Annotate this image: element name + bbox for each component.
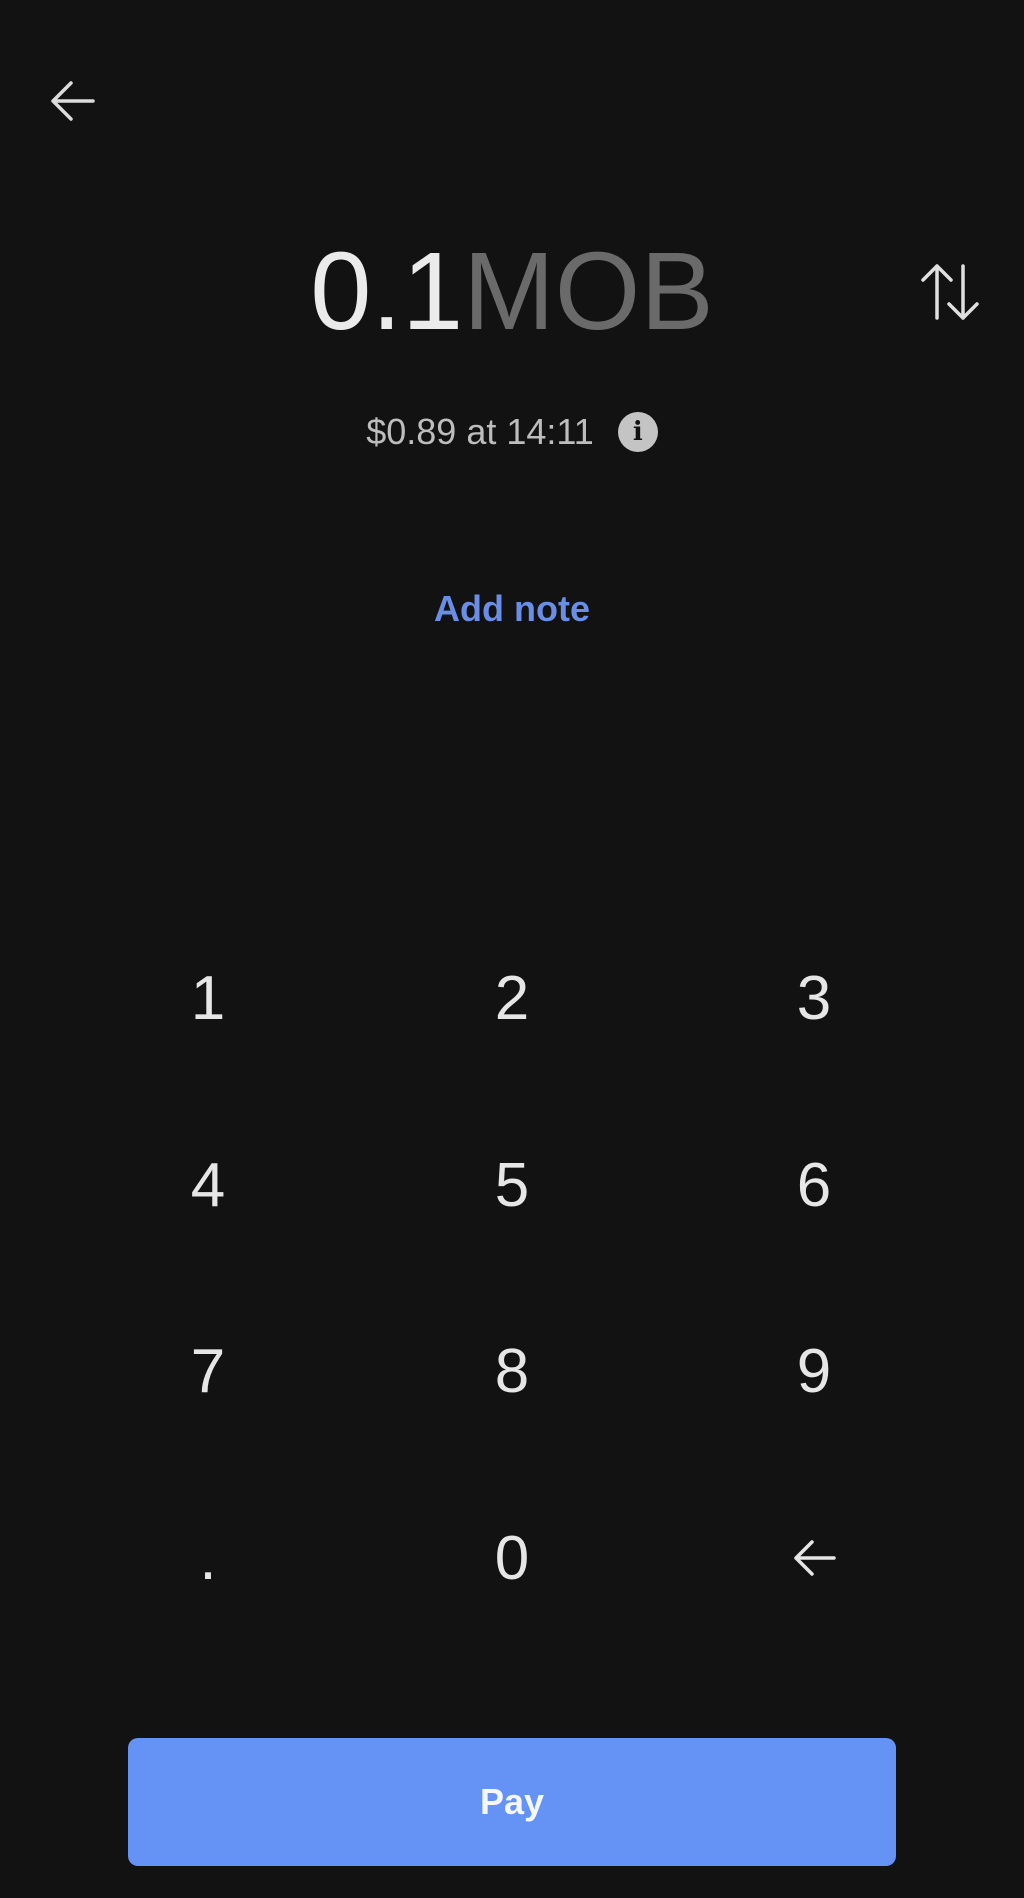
fiat-conversion: $0.89 at 14:11 i xyxy=(0,408,1024,456)
info-icon[interactable]: i xyxy=(617,412,658,452)
key-8[interactable]: 8 xyxy=(422,1301,602,1441)
key-backspace[interactable] xyxy=(724,1488,904,1628)
key-1[interactable]: 1 xyxy=(118,928,298,1068)
arrow-left-icon xyxy=(51,81,95,121)
pay-button[interactable]: Pay xyxy=(128,1738,896,1866)
key-4[interactable]: 4 xyxy=(118,1115,298,1255)
amount-display: 0.1MOB xyxy=(0,232,1024,352)
key-9[interactable]: 9 xyxy=(724,1301,904,1441)
key-decimal[interactable]: . xyxy=(118,1488,298,1628)
key-3[interactable]: 3 xyxy=(724,928,904,1068)
backspace-arrow-icon xyxy=(794,1540,836,1576)
amount-value: 0.1 xyxy=(310,230,464,353)
fiat-value-text: $0.89 at 14:11 xyxy=(366,411,594,452)
amount-currency: MOB xyxy=(463,230,714,353)
back-button[interactable] xyxy=(38,66,108,136)
key-2[interactable]: 2 xyxy=(422,928,602,1068)
key-6[interactable]: 6 xyxy=(724,1115,904,1255)
key-5[interactable]: 5 xyxy=(422,1115,602,1255)
swap-currency-button[interactable] xyxy=(910,254,990,330)
key-0[interactable]: 0 xyxy=(422,1488,602,1628)
swap-vertical-icon xyxy=(921,264,979,320)
add-note-button[interactable]: Add note xyxy=(0,584,1024,634)
key-7[interactable]: 7 xyxy=(118,1301,298,1441)
